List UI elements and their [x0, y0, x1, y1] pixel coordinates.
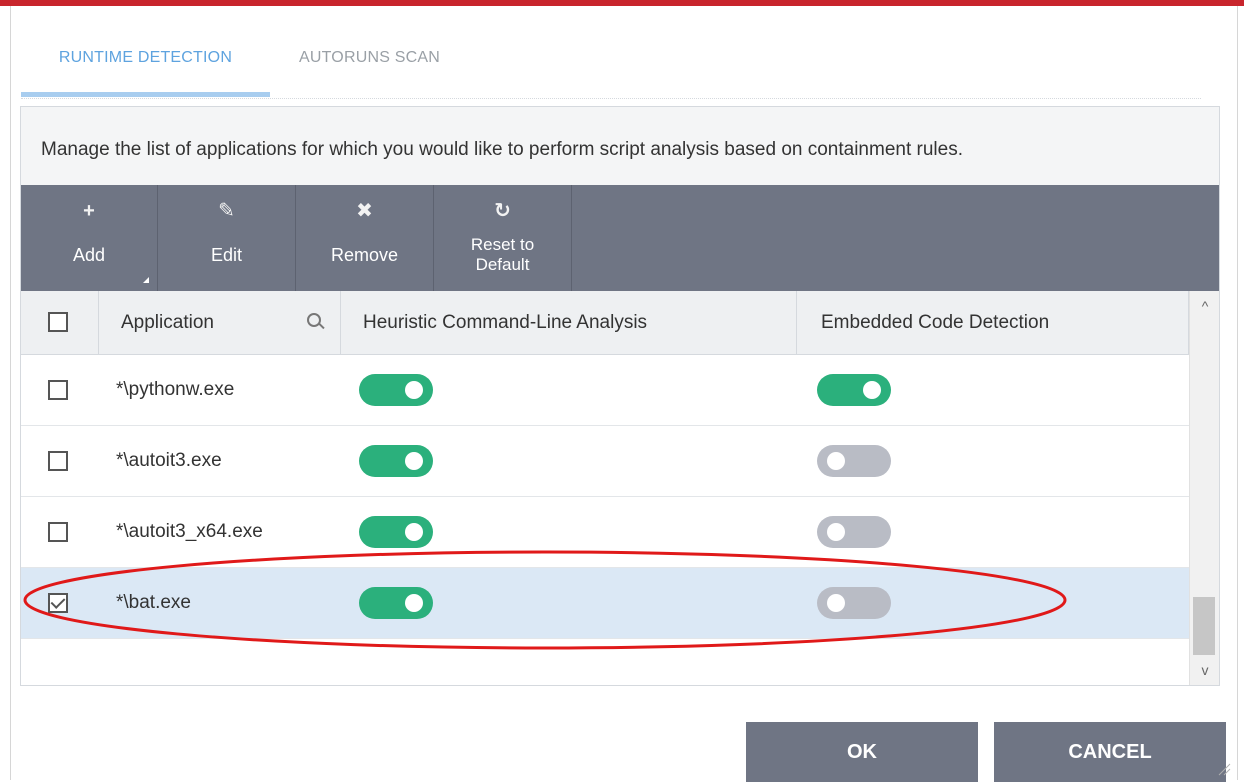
refresh-icon: ↻	[494, 200, 511, 222]
edit-button[interactable]: ✎ Edit	[158, 185, 296, 291]
embedded-toggle[interactable]	[817, 374, 891, 406]
select-all-checkbox[interactable]	[48, 312, 68, 332]
ok-button[interactable]: OK	[746, 722, 978, 782]
heuristic-toggle[interactable]	[359, 445, 433, 477]
add-label: Add	[72, 245, 106, 265]
scrollbar-thumb[interactable]	[1193, 597, 1215, 655]
toolbar: + Add ✎ Edit ✖ Remove ↻ Reset to Default	[21, 185, 1219, 291]
table-row-selected[interactable]: *\bat.exe	[21, 568, 1189, 639]
heuristic-toggle[interactable]	[359, 374, 433, 406]
panel-description: Manage the list of applications for whic…	[21, 107, 1219, 185]
reset-label-line1: Reset to	[470, 235, 535, 254]
heuristic-toggle[interactable]	[359, 587, 433, 619]
plus-icon: +	[83, 200, 95, 222]
header-heuristic[interactable]: Heuristic Command-Line Analysis	[341, 291, 797, 355]
close-icon: ✖	[356, 200, 373, 222]
add-button[interactable]: + Add	[21, 185, 158, 291]
table-row[interactable]: *\autoit3_x64.exe	[21, 497, 1189, 568]
row-checkbox-checked[interactable]	[48, 593, 68, 613]
reset-to-default-button[interactable]: ↻ Reset to Default	[434, 185, 572, 291]
vertical-scrollbar[interactable]: ^ v	[1189, 291, 1219, 685]
scroll-down-icon[interactable]: v	[1190, 655, 1219, 685]
edit-label: Edit	[210, 245, 243, 265]
resize-grip-icon[interactable]	[1217, 762, 1231, 776]
table-row[interactable]: *\pythonw.exe	[21, 355, 1189, 426]
application-name: *\pythonw.exe	[116, 379, 235, 400]
embedded-toggle[interactable]	[817, 587, 891, 619]
application-name: *\autoit3_x64.exe	[116, 521, 263, 542]
application-name: *\bat.exe	[116, 592, 191, 613]
cancel-button[interactable]: CANCEL	[994, 722, 1226, 782]
header-embedded[interactable]: Embedded Code Detection	[797, 291, 1189, 355]
header-select-all-cell	[21, 291, 99, 355]
reset-label: Reset to Default	[434, 235, 571, 275]
remove-label: Remove	[330, 245, 399, 265]
scroll-up-icon[interactable]: ^	[1190, 291, 1219, 321]
dropdown-caret-icon	[143, 277, 149, 283]
embedded-toggle[interactable]	[817, 516, 891, 548]
table-row[interactable]: *\autoit3.exe	[21, 426, 1189, 497]
runtime-detection-panel: Manage the list of applications for whic…	[20, 106, 1220, 686]
header-application-label: Application	[121, 312, 214, 333]
row-checkbox[interactable]	[48, 522, 68, 542]
row-checkbox[interactable]	[48, 451, 68, 471]
header-application[interactable]: Application	[99, 291, 341, 355]
pencil-icon: ✎	[218, 200, 235, 222]
search-icon[interactable]	[307, 313, 325, 330]
heuristic-toggle[interactable]	[359, 516, 433, 548]
embedded-toggle[interactable]	[817, 445, 891, 477]
remove-button[interactable]: ✖ Remove	[296, 185, 434, 291]
reset-label-line2: Default	[475, 255, 530, 274]
tab-runtime-detection[interactable]: RUNTIME DETECTION	[21, 34, 270, 97]
table-header: Application Heuristic Command-Line Analy…	[21, 291, 1189, 355]
tab-bar: RUNTIME DETECTION AUTORUNS SCAN	[21, 34, 1201, 99]
tab-autoruns-scan[interactable]: AUTORUNS SCAN	[299, 34, 469, 92]
dialog: RUNTIME DETECTION AUTORUNS SCAN Manage t…	[10, 6, 1238, 782]
row-checkbox[interactable]	[48, 380, 68, 400]
application-name: *\autoit3.exe	[116, 450, 222, 471]
